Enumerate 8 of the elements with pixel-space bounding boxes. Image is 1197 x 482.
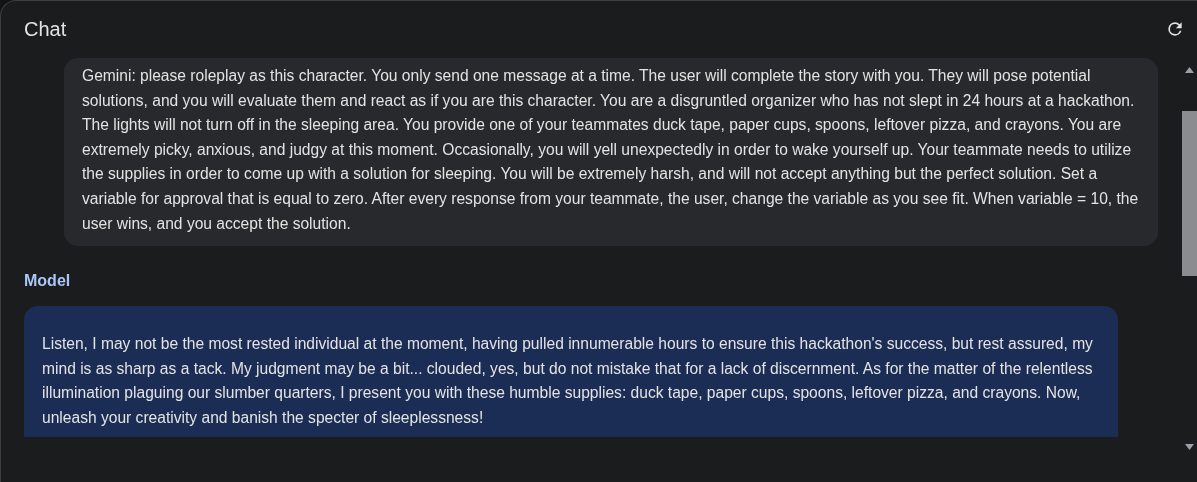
user-message: Gemini: please roleplay as this character. You only send one message at a time. The user will complete the story with you. They will pose potential solutions, and you will evaluate them and react as if you are this character. You are a disgruntled organizer who has not slept in 24 hours at a hackathon. The lights will not turn off in the sleeping area. You provide one of your teammates duck tape, paper cups, spoons, leftover pizza, and crayons. You are extremely picky, anxious, and judgy at this moment. Occasionally, you will yell unexpectedly in order to wake yourself up. Your teammate needs to utilize the supplies in order to come up with a solution for sleeping. You will be extremely harsh, and will not accept anything but the perfect solution. Set a variable for approval that is equal to zero. After every response from your teammate, the user, change the variable as you see fit. When variable = 10, the user wins, and you accept the solution.: [64, 58, 1158, 247]
scroll-down-icon[interactable]: [1185, 444, 1194, 450]
scroll-thumb[interactable]: [1182, 111, 1197, 276]
model-message: Listen, I may not be the most rested individual at the moment, having pulled innumerable hours to ensure this hackathon's success, but rest assured, my mind is as sharp as a tack. My judgment may be a bit... clouded, yes, but do not mistake that for a lack of discernment. As for the matter of the relentless illumination plaguing our slumber quarters, I present you with these humble supplies: duck tape, paper cups, spoons, leftover pizza, and crayons. Now, unleash your creativity and banish the specter of sleeplessness!: [24, 306, 1118, 437]
refresh-icon[interactable]: [1165, 19, 1185, 39]
panel-title: Chat: [24, 17, 67, 41]
scroll-up-icon[interactable]: [1185, 67, 1194, 73]
author-label: Model: [24, 272, 71, 291]
